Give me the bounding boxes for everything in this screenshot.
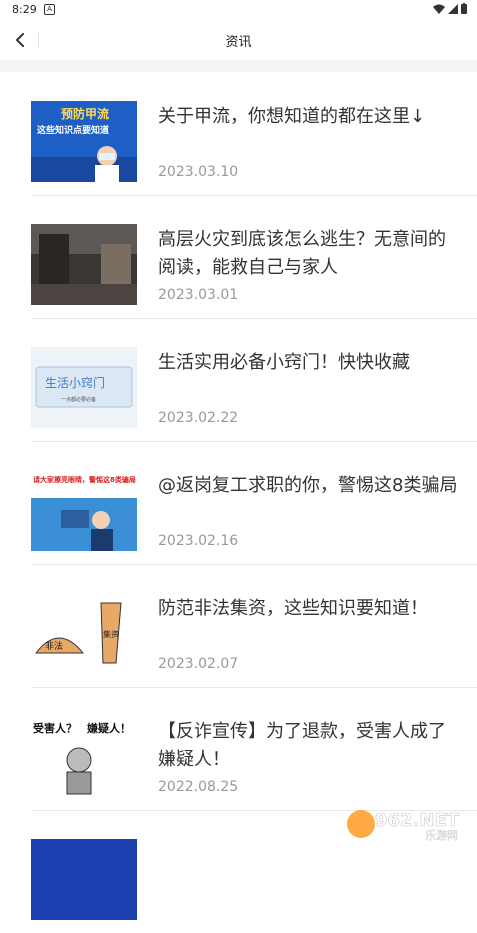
thumb-heading: 预防甲流 — [61, 106, 109, 121]
article-thumbnail: 请大家擦亮眼睛，警惕这8类骗局！ — [31, 470, 137, 551]
site-watermark: 962.NET 乐游网 — [341, 806, 471, 842]
thumb-subheading: 嫌疑人！ — [86, 721, 131, 735]
article-title: 高层火灾到底该怎么逃生？无意间的阅读，能救自己与家人 — [158, 229, 446, 278]
article-item[interactable]: 高层火灾到底该怎么逃生？无意间的阅读，能救自己与家人 2023.03.01 — [31, 195, 477, 319]
article-item[interactable]: 预防甲流 这些知识点要知道 关于甲流，你想知道的都在这里↓ 2023.03.10 — [31, 72, 477, 196]
thumb-heading: 生活小窍门 — [45, 375, 105, 390]
notification-a-icon: A — [44, 4, 55, 15]
watermark-sub: 乐游网 — [425, 829, 458, 842]
article-date: 2023.03.10 — [158, 164, 239, 180]
article-title: 【反诈宣传】为了退款，受害人成了嫌疑人！ — [158, 721, 446, 770]
thumb-subheading: 这些知识点要知道 — [37, 124, 109, 136]
wifi-icon — [433, 4, 445, 14]
thumb-subheading: 一点都必要必备 — [61, 396, 96, 403]
article-item[interactable]: 请大家擦亮眼睛，警惕这8类骗局！ @返岗复工求职的你，警惕这8类骗局 2023.… — [31, 441, 477, 565]
article-date: 2023.02.16 — [158, 533, 239, 549]
article-title: 防范非法集资，这些知识要知道！ — [158, 598, 428, 619]
thumb-heading: 受害人？ — [33, 721, 77, 735]
article-date: 2023.02.07 — [158, 656, 239, 672]
article-date: 2023.02.22 — [158, 410, 239, 426]
status-bar: 8:29 A — [0, 0, 477, 20]
article-thumbnail — [31, 224, 137, 305]
watermark-text: 962.NET — [375, 810, 460, 831]
article-thumbnail: 生活小窍门 一点都必要必备 — [31, 347, 137, 428]
article-thumbnail: 非法 集资 — [31, 593, 137, 674]
status-time: 8:29 — [12, 3, 37, 16]
article-title: 生活实用必备小窍门！快快收藏 — [158, 352, 410, 373]
signal-icon — [448, 3, 458, 14]
article-item[interactable]: 生活小窍门 一点都必要必备 生活实用必备小窍门！快快收藏 2023.02.22 — [31, 318, 477, 442]
battery-icon — [461, 3, 467, 14]
article-thumbnail: 预防甲流 这些知识点要知道 — [31, 101, 137, 182]
article-title: @返岗复工求职的你，警惕这8类骗局 — [158, 475, 458, 496]
article-title: 关于甲流，你想知道的都在这里↓ — [158, 106, 426, 127]
article-date: 2022.08.25 — [158, 779, 239, 795]
app-header: 资讯 — [0, 20, 477, 60]
article-thumbnail: 受害人？ 嫌疑人！ — [31, 716, 137, 797]
article-item[interactable]: 受害人？ 嫌疑人！ 【反诈宣传】为了退款，受害人成了嫌疑人！ 2022.08.2… — [31, 687, 477, 811]
section-gap — [0, 60, 477, 72]
page-title: 资讯 — [225, 35, 252, 50]
article-thumbnail — [31, 839, 137, 920]
thumb-heading: 请大家擦亮眼睛，警惕这8类骗局！ — [33, 475, 137, 484]
thumb-subheading: 集资 — [103, 629, 119, 639]
article-item[interactable]: 非法 集资 防范非法集资，这些知识要知道！ 2023.02.07 — [31, 564, 477, 688]
status-icons — [433, 3, 467, 14]
article-date: 2023.03.01 — [158, 287, 239, 303]
thumb-heading: 非法 — [45, 640, 63, 652]
